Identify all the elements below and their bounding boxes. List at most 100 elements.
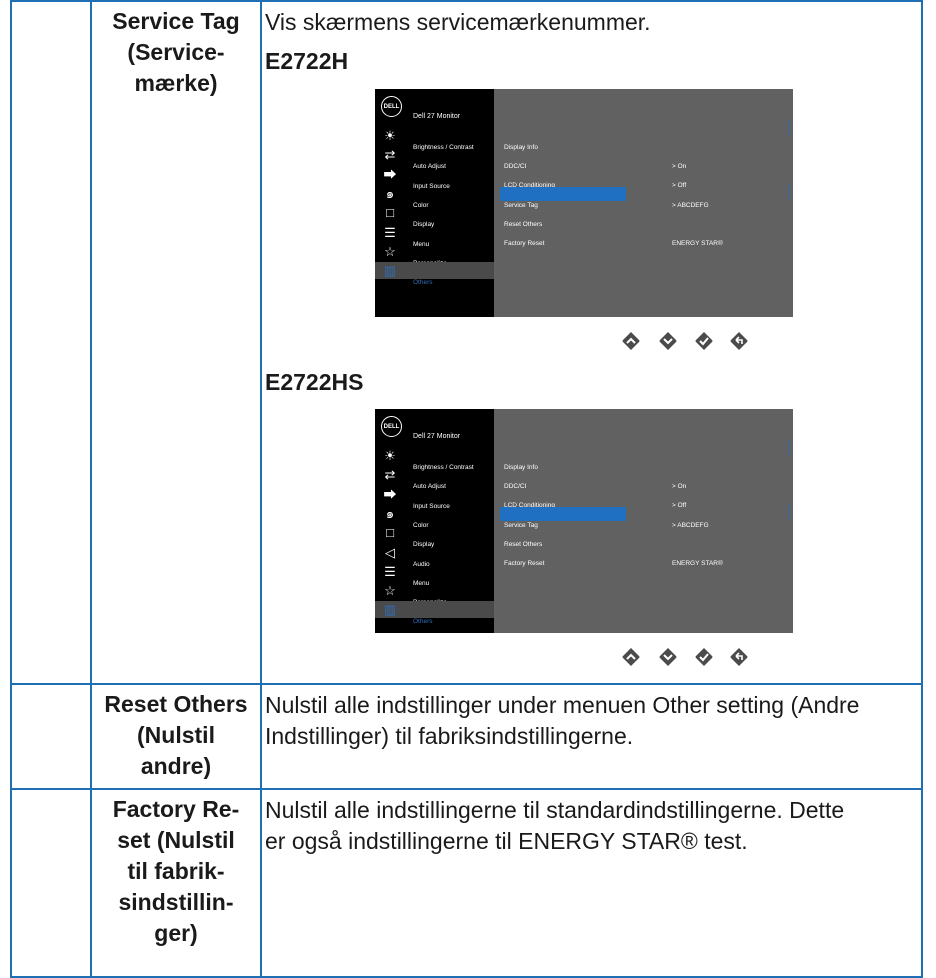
- scroll-marker: [789, 183, 790, 199]
- settings-table: Service Tag (Service- mærke) Vis skærmen…: [10, 0, 923, 978]
- label-line: Service Tag: [112, 8, 240, 34]
- display-icon: □: [386, 205, 394, 221]
- row-reset-others: Reset Others (Nulstil andre) Nulstil all…: [10, 683, 923, 790]
- osd-submenu-item[interactable]: Display Info: [500, 129, 626, 151]
- osd-menu-item[interactable]: ⮕ Input Source: [375, 486, 494, 510]
- label-cell: Factory Re- set (Nulstil til fabrik- sin…: [90, 788, 262, 978]
- description-line: er også indstillingerne til ENERGY STAR®…: [265, 828, 748, 854]
- osd-menu-item[interactable]: ☰ Menu: [375, 224, 494, 248]
- empty-cell: [10, 683, 92, 790]
- osd-submenu-value: ENERGY STAR®: [672, 560, 723, 567]
- menu-icon: ☰: [384, 224, 396, 240]
- description-line: Nulstil alle indstillinger under menuen …: [265, 692, 860, 718]
- others-icon: ▥: [383, 263, 397, 279]
- content-cell: Vis skærmens servicemærkenummer. E2722H …: [260, 0, 923, 685]
- row-description: Nulstil alle indstillinger under menuen …: [262, 685, 921, 752]
- dell-logo: DELL: [381, 416, 402, 437]
- osd-main-menu: DELL Dell 27 Monitor ☀ Brightness / Contras…: [375, 409, 494, 633]
- content-cell: Nulstil alle indstillingerne til standar…: [260, 788, 923, 978]
- down-button-icon[interactable]: [658, 644, 678, 666]
- osd-menu-item[interactable]: ⮕ Input Source: [375, 166, 494, 190]
- osd-submenu-label: Factory Reset: [504, 240, 545, 247]
- osd-submenu-label: Factory Reset: [504, 560, 545, 567]
- label-line: Reset Others: [104, 691, 248, 717]
- back-button-icon[interactable]: [729, 328, 749, 350]
- osd-submenu-item[interactable]: Factory Reset: [500, 545, 626, 567]
- up-button-icon[interactable]: [621, 644, 641, 666]
- display-icon: □: [386, 525, 394, 541]
- content-cell: Nulstil alle indstillinger under menuen …: [260, 683, 923, 790]
- scroll-marker: [789, 439, 790, 455]
- model-heading: E2722HS: [265, 369, 364, 395]
- osd-menu-item[interactable]: ☀ Brightness / Contrast: [375, 447, 494, 471]
- label-line: (Service-: [127, 39, 225, 65]
- back-button-icon[interactable]: [729, 644, 749, 666]
- row-factory-reset: Factory Re- set (Nulstil til fabrik- sin…: [10, 788, 923, 978]
- osd-submenu-item[interactable]: DDC/CI: [500, 148, 626, 170]
- osd-menu-item[interactable]: ⇄ Auto Adjust: [375, 466, 494, 490]
- osd-submenu-item[interactable]: Service Tag: [500, 186, 626, 209]
- osd-menu-item[interactable]: ▥ Others: [375, 601, 494, 625]
- osd-menu-item[interactable]: ◁ Audio: [375, 544, 494, 568]
- dell-logo: DELL: [381, 96, 402, 117]
- osd-submenu-item[interactable]: Reset Others: [500, 526, 626, 548]
- scroll-marker: [789, 119, 790, 135]
- scroll-marker: [789, 503, 790, 519]
- joystick-buttons: [262, 633, 921, 683]
- osd-menu-item[interactable]: □ Display: [375, 524, 494, 548]
- joystick-buttons: [262, 317, 921, 367]
- color-icon: ๑: [385, 185, 395, 201]
- input-source-icon: ⮕: [383, 486, 397, 502]
- description-line: Nulstil alle indstillingerne til standar…: [265, 797, 845, 823]
- ok-button-icon[interactable]: [694, 328, 714, 350]
- osd-menu-item[interactable]: ๑ Color: [375, 505, 494, 529]
- input-source-icon: ⮕: [383, 166, 397, 182]
- personalize-icon: ☆: [384, 583, 396, 599]
- up-button-icon[interactable]: [621, 328, 641, 350]
- label-line: sindstillin-: [118, 889, 234, 915]
- label-line: mærke): [134, 70, 218, 96]
- model-heading: E2722H: [265, 48, 349, 74]
- osd-submenu-item[interactable]: Factory Reset: [500, 225, 626, 247]
- ok-button-icon[interactable]: [694, 644, 714, 666]
- menu-icon: ☰: [384, 563, 396, 579]
- auto-adjust-icon: ⇄: [384, 147, 396, 163]
- osd-submenu-value: > ABCDEFG: [672, 201, 709, 209]
- others-icon: ▥: [383, 602, 397, 618]
- label-line: (Nulstil: [137, 722, 215, 748]
- row-label: Service Tag (Service- mærke): [92, 2, 260, 99]
- osd-menu-item[interactable]: ๑ Color: [375, 185, 494, 209]
- down-button-icon[interactable]: [658, 328, 678, 350]
- auto-adjust-icon: ⇄: [384, 467, 396, 483]
- osd-menu-item[interactable]: ☆Personalize: [375, 243, 494, 267]
- color-icon: ๑: [385, 505, 395, 521]
- empty-cell: [10, 788, 92, 978]
- row-label: Factory Re- set (Nulstil til fabrik- sin…: [92, 790, 260, 949]
- row-label: Reset Others (Nulstil andre): [92, 685, 260, 782]
- osd-screenshot: DELL Dell 27 Monitor ☀ Brightness / Contras…: [375, 409, 793, 633]
- osd-menu-item[interactable]: ▥ Others: [375, 262, 494, 286]
- osd-submenu-value: > ABCDEFG: [672, 521, 709, 529]
- label-line: set (Nulstil: [117, 827, 235, 853]
- osd-menu-item[interactable]: ☰ Menu: [375, 563, 494, 587]
- osd-menu-item[interactable]: □ Display: [375, 204, 494, 228]
- label-cell: Reset Others (Nulstil andre): [90, 683, 262, 790]
- personalize-icon: ☆: [384, 243, 396, 259]
- osd-submenu-item[interactable]: DDC/CI: [500, 468, 626, 490]
- brightness-icon: ☀: [384, 128, 396, 143]
- audio-icon: ◁: [385, 544, 395, 560]
- osd-submenu-item[interactable]: Service Tag: [500, 506, 626, 529]
- description-line: Indstillinger) til fabriksindstillingern…: [265, 723, 634, 749]
- osd-menu-item[interactable]: ☆Personalize: [375, 582, 494, 606]
- osd-submenu-item[interactable]: Reset Others: [500, 206, 626, 228]
- osd-submenu-item[interactable]: LCD Conditioning: [500, 167, 626, 189]
- osd-submenu-item[interactable]: LCD Conditioning: [500, 487, 626, 509]
- label-line: Factory Re-: [112, 796, 240, 822]
- osd-submenu-item[interactable]: Display Info: [500, 449, 626, 471]
- label-line: til fabrik-: [127, 858, 225, 884]
- osd-screenshot: DELL Dell 27 Monitor ☀ Brightness / Contras…: [375, 89, 793, 317]
- osd-menu-item[interactable]: ⇄ Auto Adjust: [375, 146, 494, 170]
- osd-main-menu: DELL Dell 27 Monitor ☀ Brightness / Contras…: [375, 89, 494, 317]
- osd-menu-item[interactable]: ☀ Brightness / Contrast: [375, 127, 494, 151]
- empty-cell: [10, 0, 92, 685]
